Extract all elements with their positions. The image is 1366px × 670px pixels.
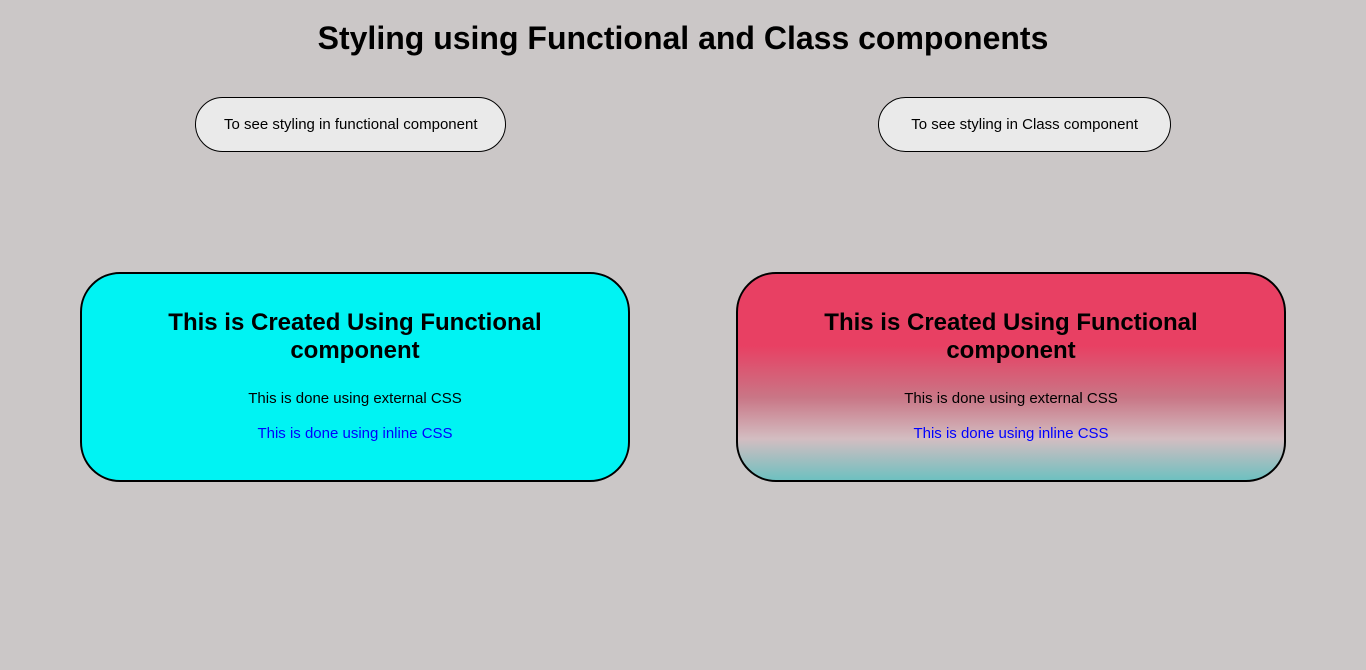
class-inline-text: This is done using inline CSS	[758, 425, 1264, 442]
functional-external-text: This is done using external CSS	[102, 390, 608, 407]
class-external-text: This is done using external CSS	[758, 390, 1264, 407]
functional-card: This is Created Using Functional compone…	[80, 272, 630, 482]
functional-card-title: This is Created Using Functional compone…	[102, 309, 608, 365]
functional-button[interactable]: To see styling in functional component	[195, 97, 506, 152]
cards-row: This is Created Using Functional compone…	[0, 272, 1366, 482]
class-button[interactable]: To see styling in Class component	[878, 97, 1171, 152]
class-card-title: This is Created Using Functional compone…	[758, 309, 1264, 365]
functional-inline-text: This is done using inline CSS	[102, 425, 608, 442]
page-title: Styling using Functional and Class compo…	[0, 0, 1366, 97]
class-card: This is Created Using Functional compone…	[736, 272, 1286, 482]
buttons-row: To see styling in functional component T…	[0, 97, 1366, 152]
